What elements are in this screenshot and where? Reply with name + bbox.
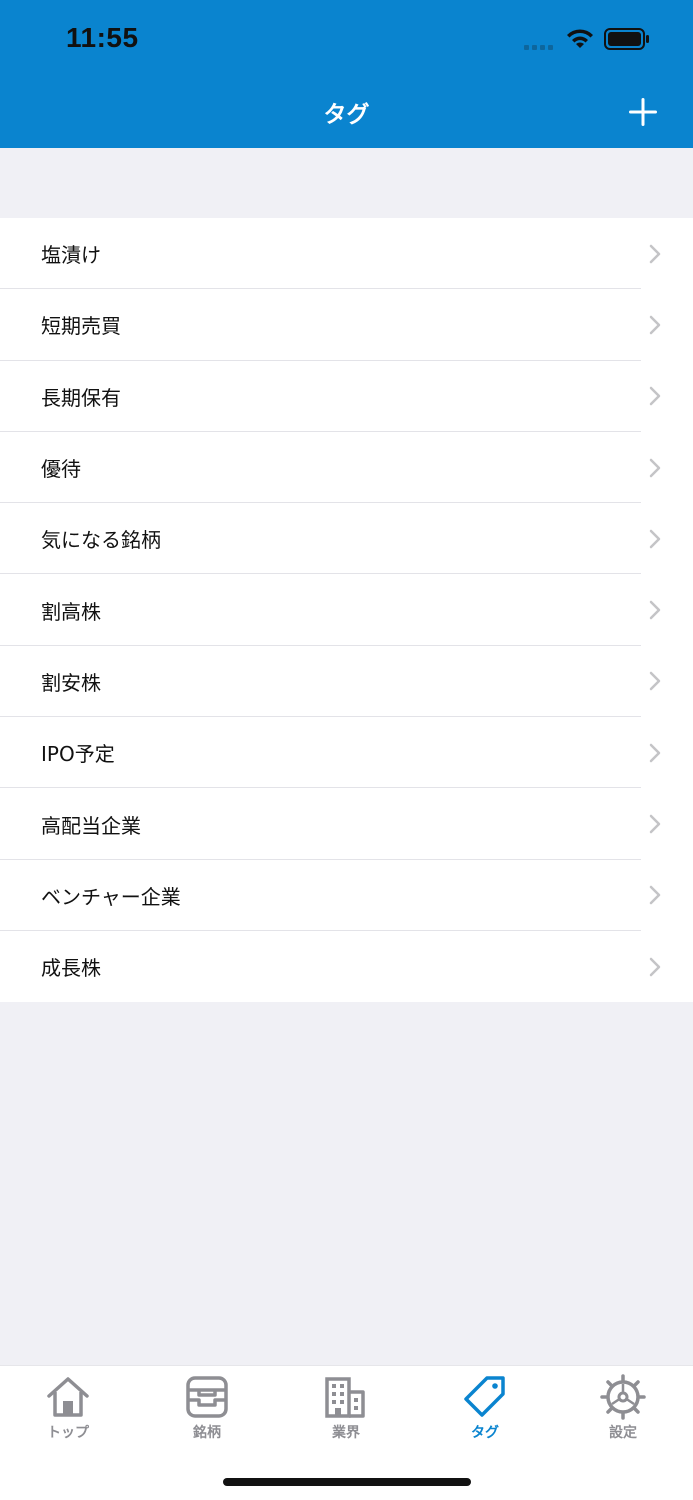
tab-industry[interactable]: 業界 <box>301 1374 391 1446</box>
tab-tags[interactable]: タグ <box>440 1374 530 1446</box>
chevron-right-icon <box>649 886 661 905</box>
tab-label: トップ <box>47 1425 89 1441</box>
chevron-right-icon <box>649 600 661 620</box>
chevron-right-icon <box>649 743 661 762</box>
cellular-signal-icon <box>524 42 558 50</box>
tag-row[interactable]: 気になる銘柄 <box>0 503 693 575</box>
tag-label: 短期売買 <box>41 314 121 339</box>
tab-label: 設定 <box>609 1425 637 1441</box>
tag-row[interactable]: 塩漬け <box>0 218 693 290</box>
tag-label: 気になる銘柄 <box>41 528 161 553</box>
tag-label: IPO予定 <box>41 742 115 767</box>
chevron-right-icon <box>649 957 661 976</box>
tag-label: 高配当企業 <box>41 813 141 838</box>
building-icon <box>325 1377 365 1418</box>
tab-top[interactable]: トップ <box>23 1374 113 1446</box>
tab-label: 銘柄 <box>193 1425 221 1441</box>
chevron-right-icon <box>649 315 661 335</box>
chevron-right-icon <box>649 386 661 406</box>
chevron-right-icon <box>649 458 661 477</box>
plus-icon <box>629 98 657 126</box>
tag-row[interactable]: 短期売買 <box>0 289 693 361</box>
chevron-right-icon <box>649 672 661 691</box>
home-icon <box>47 1377 89 1417</box>
tag-label: 長期保有 <box>41 385 121 410</box>
screen: 11:55 タグ 塩漬け 短期売買 長期保有 優待 気になる銘柄 割高株 割安株… <box>0 0 693 1500</box>
tag-row[interactable]: 優待 <box>0 432 693 504</box>
tag-label: 塩漬け <box>41 243 101 268</box>
battery-icon <box>604 28 649 50</box>
tag-label: 優待 <box>41 457 81 482</box>
status-time: 11:55 <box>66 22 139 53</box>
tag-row[interactable]: 割安株 <box>0 646 693 718</box>
page-title: タグ <box>323 102 370 128</box>
tray-icon <box>186 1376 228 1418</box>
tag-row[interactable]: 高配当企業 <box>0 788 693 860</box>
gear-icon <box>600 1374 646 1420</box>
wifi-icon <box>567 29 593 48</box>
tab-settings[interactable]: 設定 <box>578 1374 668 1446</box>
tag-row[interactable]: 成長株 <box>0 931 693 1002</box>
tag-row[interactable]: IPO予定 <box>0 717 693 789</box>
tag-label: 割安株 <box>41 670 101 695</box>
tag-list: 塩漬け 短期売買 長期保有 優待 気になる銘柄 割高株 割安株 IPO予定 高配… <box>0 218 693 1003</box>
tag-row[interactable]: ベンチャー企業 <box>0 860 693 932</box>
navigation-header: 11:55 タグ <box>0 0 693 148</box>
tag-label: ベンチャー企業 <box>41 884 181 909</box>
chevron-right-icon <box>649 529 661 549</box>
tag-icon <box>464 1376 505 1417</box>
chevron-right-icon <box>649 244 661 263</box>
tag-label: 成長株 <box>41 956 101 981</box>
chevron-right-icon <box>649 814 661 834</box>
home-indicator <box>223 1478 471 1486</box>
tag-row[interactable]: 割高株 <box>0 574 693 647</box>
tab-stocks[interactable]: 銘柄 <box>162 1374 252 1446</box>
tab-label: タグ <box>471 1425 499 1441</box>
tag-label: 割高株 <box>41 599 101 624</box>
add-tag-button[interactable] <box>622 92 664 132</box>
tag-row[interactable]: 長期保有 <box>0 361 693 433</box>
tab-label: 業界 <box>332 1425 360 1441</box>
